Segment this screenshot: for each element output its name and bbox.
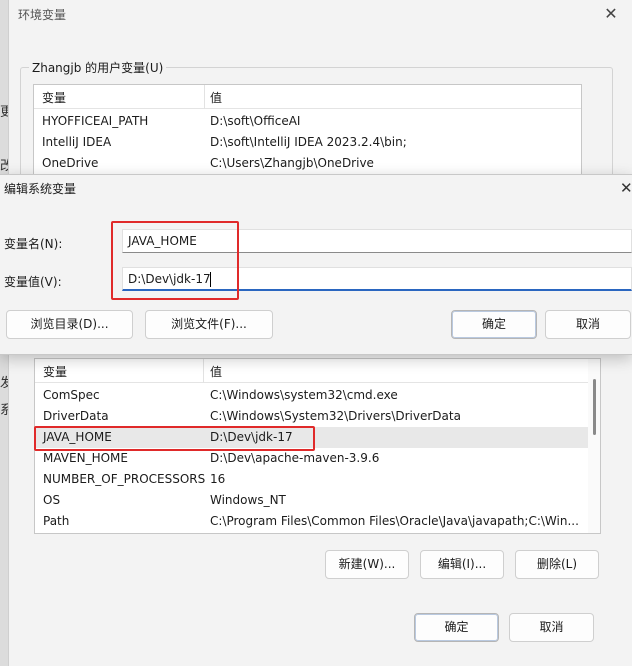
variable-name: MAVEN_HOME <box>43 451 128 465</box>
browse-directory-button[interactable]: 浏览目录(D)... <box>6 310 133 339</box>
edit-cancel-button[interactable]: 取消 <box>545 310 631 339</box>
close-icon[interactable]: ✕ <box>620 179 632 197</box>
vertical-scrollbar[interactable] <box>588 359 600 533</box>
variable-value: C:\Windows\system32\cmd.exe <box>210 388 398 402</box>
variable-value: D:\soft\OfficeAI <box>210 114 301 128</box>
table-row[interactable]: DriverData C:\Windows\System32\Drivers\D… <box>35 406 600 427</box>
column-header-name[interactable]: 变量 <box>43 363 67 380</box>
scrollbar-thumb[interactable] <box>593 379 596 435</box>
user-variables-legend: Zhangjb 的用户变量(U) <box>29 59 167 76</box>
new-variable-button[interactable]: 新建(W)... <box>325 550 409 579</box>
dialog-title: 环境变量 <box>18 8 67 22</box>
edit-system-variable-dialog: 编辑系统变量 ✕ 变量名(N): JAVA_HOME 变量值(V): D:\De… <box>0 174 632 355</box>
user-variables-list[interactable]: 变量 值 HYOFFICEAI_PATH D:\soft\OfficeAI In… <box>33 84 582 184</box>
list-header: 变量 值 <box>35 359 600 383</box>
variable-name: Path <box>43 514 70 528</box>
table-row[interactable]: OneDrive C:\Users\Zhangjb\OneDrive <box>34 153 581 174</box>
variable-name-input[interactable]: JAVA_HOME <box>122 229 632 253</box>
variable-value-input[interactable]: D:\Dev\jdk-17 <box>122 267 632 291</box>
table-row[interactable]: IntelliJ IDEA D:\soft\IntelliJ IDEA 2023… <box>34 132 581 153</box>
variable-value: D:\soft\IntelliJ IDEA 2023.2.4\bin; <box>210 135 407 149</box>
table-row[interactable]: OS Windows_NT <box>35 490 600 511</box>
list-header: 变量 值 <box>34 85 581 109</box>
table-row-selected[interactable]: JAVA_HOME D:\Dev\jdk-17 <box>35 427 600 448</box>
edit-ok-button[interactable]: 确定 <box>451 310 537 339</box>
variable-name: JAVA_HOME <box>43 430 112 444</box>
variable-value: 16 <box>210 472 226 486</box>
column-header-name[interactable]: 变量 <box>42 89 66 106</box>
close-icon[interactable]: ✕ <box>603 6 619 22</box>
variable-name: DriverData <box>43 409 109 423</box>
browse-file-button[interactable]: 浏览文件(F)... <box>145 310 273 339</box>
variable-value: D:\Dev\apache-maven-3.9.6 <box>210 451 380 465</box>
variable-name: OneDrive <box>42 156 99 170</box>
text-caret <box>210 272 211 287</box>
variable-value: D:\Dev\jdk-17 <box>210 430 293 444</box>
delete-variable-button[interactable]: 删除(L) <box>515 550 599 579</box>
variable-value: C:\Windows\System32\Drivers\DriverData <box>210 409 461 423</box>
table-row[interactable]: HYOFFICEAI_PATH D:\soft\OfficeAI <box>34 111 581 132</box>
column-separator[interactable] <box>204 85 205 109</box>
cancel-button[interactable]: 取消 <box>509 613 594 642</box>
variable-name-label: 变量名(N): <box>4 237 63 251</box>
table-row[interactable]: MAVEN_HOME D:\Dev\apache-maven-3.9.6 <box>35 448 600 469</box>
variable-value: C:\Program Files\Common Files\Oracle\Jav… <box>210 514 579 528</box>
variable-name: IntelliJ IDEA <box>42 135 112 149</box>
variable-value: Windows_NT <box>210 493 286 507</box>
dialog-title: 编辑系统变量 <box>4 182 77 196</box>
variable-name: ComSpec <box>43 388 100 402</box>
variable-name: HYOFFICEAI_PATH <box>42 114 149 128</box>
table-row[interactable]: NUMBER_OF_PROCESSORS 16 <box>35 469 600 490</box>
table-row[interactable]: ComSpec C:\Windows\system32\cmd.exe <box>35 385 600 406</box>
table-row[interactable]: Path C:\Program Files\Common Files\Oracl… <box>35 511 600 532</box>
ok-button[interactable]: 确定 <box>414 613 499 642</box>
edit-variable-button[interactable]: 编辑(I)... <box>420 550 504 579</box>
variable-name: NUMBER_OF_PROCESSORS <box>43 472 206 486</box>
variable-value-label: 变量值(V): <box>4 275 62 289</box>
column-separator[interactable] <box>203 359 204 383</box>
column-header-value[interactable]: 值 <box>210 89 222 106</box>
system-variables-list[interactable]: 变量 值 ComSpec C:\Windows\system32\cmd.exe… <box>34 358 601 534</box>
variable-value: C:\Users\Zhangjb\OneDrive <box>210 156 374 170</box>
variable-name: OS <box>43 493 61 507</box>
column-header-value[interactable]: 值 <box>210 363 222 380</box>
